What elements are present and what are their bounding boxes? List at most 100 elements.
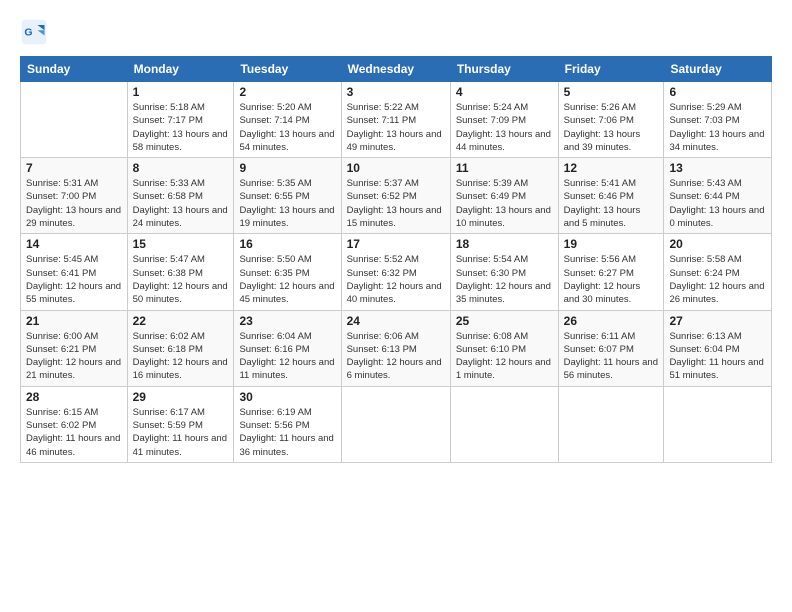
day-info: Sunrise: 6:00 AM Sunset: 6:21 PM Dayligh… [26,330,122,383]
calendar-cell: 2 Sunrise: 5:20 AM Sunset: 7:14 PM Daylig… [234,82,341,158]
day-info: Sunrise: 5:52 AM Sunset: 6:32 PM Dayligh… [347,253,445,306]
calendar-cell [341,386,450,462]
day-info: Sunrise: 5:33 AM Sunset: 6:58 PM Dayligh… [133,177,229,230]
weekday-header-monday: Monday [127,57,234,82]
day-info: Sunrise: 5:50 AM Sunset: 6:35 PM Dayligh… [239,253,335,306]
day-number: 17 [347,237,445,251]
day-info: Sunrise: 5:39 AM Sunset: 6:49 PM Dayligh… [456,177,553,230]
day-info: Sunrise: 5:37 AM Sunset: 6:52 PM Dayligh… [347,177,445,230]
calendar-cell [21,82,128,158]
day-number: 7 [26,161,122,175]
day-number: 14 [26,237,122,251]
day-info: Sunrise: 6:04 AM Sunset: 6:16 PM Dayligh… [239,330,335,383]
day-info: Sunrise: 5:47 AM Sunset: 6:38 PM Dayligh… [133,253,229,306]
calendar-cell: 23 Sunrise: 6:04 AM Sunset: 6:16 PM Dayli… [234,310,341,386]
day-info: Sunrise: 5:22 AM Sunset: 7:11 PM Dayligh… [347,101,445,154]
day-number: 26 [564,314,659,328]
day-info: Sunrise: 5:29 AM Sunset: 7:03 PM Dayligh… [669,101,766,154]
day-info: Sunrise: 5:43 AM Sunset: 6:44 PM Dayligh… [669,177,766,230]
day-number: 9 [239,161,335,175]
page: G SundayMondayTuesdayWednesdayThursdayFr… [0,0,792,612]
day-info: Sunrise: 6:11 AM Sunset: 6:07 PM Dayligh… [564,330,659,383]
calendar-cell: 6 Sunrise: 5:29 AM Sunset: 7:03 PM Daylig… [664,82,772,158]
weekday-header-thursday: Thursday [450,57,558,82]
day-number: 28 [26,390,122,404]
day-number: 4 [456,85,553,99]
calendar-cell: 24Sunrise: 6:06 AM Sunset: 6:13 PM Dayli… [341,310,450,386]
day-number: 27 [669,314,766,328]
weekday-header-sunday: Sunday [21,57,128,82]
weekday-header-wednesday: Wednesday [341,57,450,82]
calendar-cell: 8 Sunrise: 5:33 AM Sunset: 6:58 PM Daylig… [127,158,234,234]
calendar-cell: 10 Sunrise: 5:37 AM Sunset: 6:52 PM Dayli… [341,158,450,234]
day-info: Sunrise: 5:56 AM Sunset: 6:27 PM Dayligh… [564,253,659,306]
day-number: 16 [239,237,335,251]
weekday-header-tuesday: Tuesday [234,57,341,82]
calendar-cell: 19 Sunrise: 5:56 AM Sunset: 6:27 PM Dayli… [558,234,664,310]
calendar-cell: 12 Sunrise: 5:41 AM Sunset: 6:46 PM Dayli… [558,158,664,234]
day-number: 29 [133,390,229,404]
day-info: Sunrise: 5:45 AM Sunset: 6:41 PM Dayligh… [26,253,122,306]
day-number: 2 [239,85,335,99]
week-row-2: 14 Sunrise: 5:45 AM Sunset: 6:41 PM Dayli… [21,234,772,310]
calendar-cell: 22 Sunrise: 6:02 AM Sunset: 6:18 PM Dayli… [127,310,234,386]
calendar-cell: 17 Sunrise: 5:52 AM Sunset: 6:32 PM Dayli… [341,234,450,310]
day-info: Sunrise: 5:18 AM Sunset: 7:17 PM Dayligh… [133,101,229,154]
day-info: Sunrise: 5:24 AM Sunset: 7:09 PM Dayligh… [456,101,553,154]
calendar-cell: 21 Sunrise: 6:00 AM Sunset: 6:21 PM Dayli… [21,310,128,386]
day-number: 5 [564,85,659,99]
day-number: 12 [564,161,659,175]
calendar-cell: 5 Sunrise: 5:26 AM Sunset: 7:06 PM Daylig… [558,82,664,158]
calendar-cell [664,386,772,462]
day-info: Sunrise: 6:17 AM Sunset: 5:59 PM Dayligh… [133,406,229,459]
calendar-cell: 3Sunrise: 5:22 AM Sunset: 7:11 PM Daylig… [341,82,450,158]
day-info: Sunrise: 6:06 AM Sunset: 6:13 PM Dayligh… [347,330,445,383]
day-number: 8 [133,161,229,175]
day-number: 6 [669,85,766,99]
calendar-cell: 25 Sunrise: 6:08 AM Sunset: 6:10 PM Dayli… [450,310,558,386]
calendar-cell: 18 Sunrise: 5:54 AM Sunset: 6:30 PM Dayli… [450,234,558,310]
calendar-cell: 1Sunrise: 5:18 AM Sunset: 7:17 PM Daylig… [127,82,234,158]
calendar-cell: 28Sunrise: 6:15 AM Sunset: 6:02 PM Dayli… [21,386,128,462]
calendar-cell: 26 Sunrise: 6:11 AM Sunset: 6:07 PM Dayli… [558,310,664,386]
weekday-header-friday: Friday [558,57,664,82]
calendar-cell: 20Sunrise: 5:58 AM Sunset: 6:24 PM Dayli… [664,234,772,310]
day-number: 20 [669,237,766,251]
calendar-cell: 16 Sunrise: 5:50 AM Sunset: 6:35 PM Dayli… [234,234,341,310]
svg-text:G: G [24,27,32,39]
day-number: 18 [456,237,553,251]
calendar-cell: 13 Sunrise: 5:43 AM Sunset: 6:44 PM Dayli… [664,158,772,234]
week-row-3: 21 Sunrise: 6:00 AM Sunset: 6:21 PM Dayli… [21,310,772,386]
logo: G [20,18,52,46]
day-info: Sunrise: 5:41 AM Sunset: 6:46 PM Dayligh… [564,177,659,230]
day-number: 22 [133,314,229,328]
day-info: Sunrise: 6:13 AM Sunset: 6:04 PM Dayligh… [669,330,766,383]
day-info: Sunrise: 6:02 AM Sunset: 6:18 PM Dayligh… [133,330,229,383]
weekday-header-saturday: Saturday [664,57,772,82]
day-info: Sunrise: 6:08 AM Sunset: 6:10 PM Dayligh… [456,330,553,383]
calendar-cell: 14 Sunrise: 5:45 AM Sunset: 6:41 PM Dayli… [21,234,128,310]
day-number: 11 [456,161,553,175]
day-info: Sunrise: 5:31 AM Sunset: 7:00 PM Dayligh… [26,177,122,230]
day-info: Sunrise: 6:19 AM Sunset: 5:56 PM Dayligh… [239,406,335,459]
day-info: Sunrise: 5:26 AM Sunset: 7:06 PM Dayligh… [564,101,659,154]
calendar-cell: 9Sunrise: 5:35 AM Sunset: 6:55 PM Daylig… [234,158,341,234]
calendar-cell: 30Sunrise: 6:19 AM Sunset: 5:56 PM Dayli… [234,386,341,462]
calendar-cell [450,386,558,462]
calendar-cell: 11 Sunrise: 5:39 AM Sunset: 6:49 PM Dayli… [450,158,558,234]
day-number: 21 [26,314,122,328]
day-info: Sunrise: 5:54 AM Sunset: 6:30 PM Dayligh… [456,253,553,306]
calendar-cell: 7 Sunrise: 5:31 AM Sunset: 7:00 PM Daylig… [21,158,128,234]
logo-icon: G [20,18,48,46]
day-number: 13 [669,161,766,175]
header: G [20,18,772,46]
week-row-4: 28Sunrise: 6:15 AM Sunset: 6:02 PM Dayli… [21,386,772,462]
day-info: Sunrise: 5:20 AM Sunset: 7:14 PM Dayligh… [239,101,335,154]
week-row-1: 7 Sunrise: 5:31 AM Sunset: 7:00 PM Daylig… [21,158,772,234]
day-number: 23 [239,314,335,328]
weekday-header-row: SundayMondayTuesdayWednesdayThursdayFrid… [21,57,772,82]
day-number: 19 [564,237,659,251]
day-number: 25 [456,314,553,328]
calendar-table: SundayMondayTuesdayWednesdayThursdayFrid… [20,56,772,463]
day-number: 10 [347,161,445,175]
